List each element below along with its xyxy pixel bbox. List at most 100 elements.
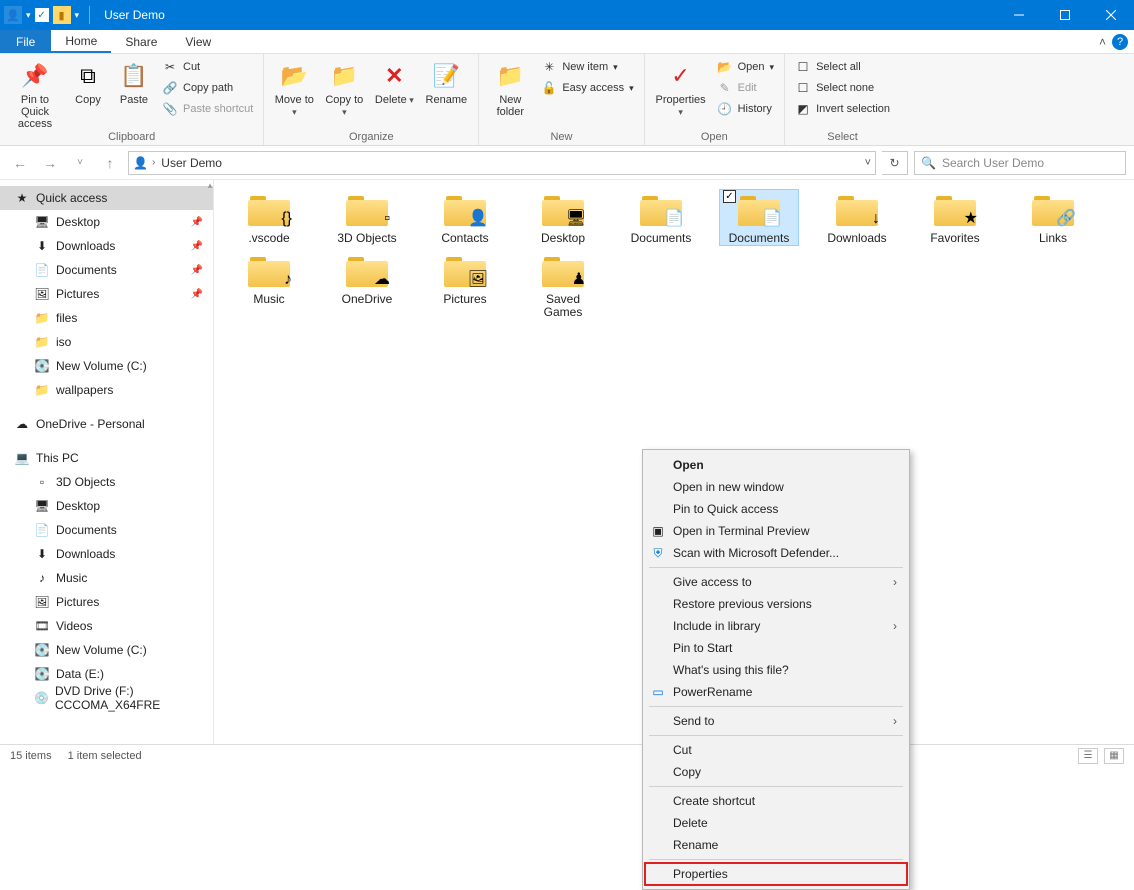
view-tab[interactable]: View (171, 30, 225, 53)
ctx-scan-defender[interactable]: ⛨Scan with Microsoft Defender... (645, 542, 907, 564)
clipboard-group: 📌Pin to Quick access ⧉Copy 📋Paste ✂Cut 🔗… (0, 54, 264, 145)
copy-button[interactable]: ⧉Copy (68, 58, 108, 106)
folder-item-downloads[interactable]: ↓Downloads (818, 190, 896, 245)
address-bar[interactable]: 👤› User Demo ˅ (128, 151, 876, 175)
ctx-send-to[interactable]: Send to› (645, 710, 907, 732)
folder-item-3d-objects[interactable]: ▫3D Objects (328, 190, 406, 245)
folder-item-favorites[interactable]: ★Favorites (916, 190, 994, 245)
qat-dropdown-icon[interactable]: ▾ (26, 10, 31, 21)
help-icon[interactable]: ? (1112, 34, 1128, 50)
refresh-button[interactable]: ↻ (882, 151, 908, 175)
sidebar-item-new-volume-c-[interactable]: 💽New Volume (C:) (0, 638, 213, 662)
collapse-ribbon-icon[interactable]: ˄ (1099, 35, 1106, 49)
ctx-copy[interactable]: Copy (645, 761, 907, 783)
ctx-cut[interactable]: Cut (645, 739, 907, 761)
sidebar-item-desktop[interactable]: 🖥Desktop (0, 494, 213, 518)
sidebar-item-desktop[interactable]: 🖥Desktop📌 (0, 210, 213, 234)
sidebar-item-wallpapers[interactable]: 📁wallpapers (0, 378, 213, 402)
ctx-restore-versions[interactable]: Restore previous versions (645, 593, 907, 615)
invert-selection-button[interactable]: ◩Invert selection (793, 100, 892, 118)
rename-button[interactable]: 📝Rename (422, 58, 470, 106)
ctx-whats-using[interactable]: What's using this file? (645, 659, 907, 681)
sidebar-item-documents[interactable]: 📄Documents (0, 518, 213, 542)
sidebar-item-data-e-[interactable]: 💽Data (E:) (0, 662, 213, 686)
sidebar-item-files[interactable]: 📁files (0, 306, 213, 330)
copy-to-button[interactable]: 📁Copy to (322, 58, 366, 118)
onedrive-node[interactable]: ☁OneDrive - Personal (0, 412, 213, 436)
scroll-up-icon[interactable]: ▴ (208, 180, 213, 191)
open-button[interactable]: 📂Open ▾ (715, 58, 776, 76)
sidebar-item-downloads[interactable]: ⬇Downloads📌 (0, 234, 213, 258)
paste-shortcut-button[interactable]: 📎Paste shortcut (160, 100, 255, 118)
forward-button[interactable]: → (38, 151, 62, 175)
history-button[interactable]: 🕘History (715, 100, 776, 118)
new-folder-button[interactable]: 📁New folder (487, 58, 533, 118)
sidebar-item-iso[interactable]: 📁iso (0, 330, 213, 354)
ctx-properties[interactable]: Properties (645, 863, 907, 885)
address-location[interactable]: User Demo (161, 156, 222, 170)
folder-item-music[interactable]: ♪Music (230, 251, 308, 319)
ctx-pin-start[interactable]: Pin to Start (645, 637, 907, 659)
folder-item-links[interactable]: 🔗Links (1014, 190, 1092, 245)
folder-item-documents[interactable]: 📄Documents (622, 190, 700, 245)
move-to-button[interactable]: 📂Move to (272, 58, 316, 118)
folder-item-saved-games[interactable]: ♟Saved Games (524, 251, 602, 319)
folder-item-pictures[interactable]: 🖼Pictures (426, 251, 504, 319)
folder-item-desktop[interactable]: 🖥Desktop (524, 190, 602, 245)
copy-path-button[interactable]: 🔗Copy path (160, 79, 255, 97)
ctx-pin-quick-access[interactable]: Pin to Quick access (645, 498, 907, 520)
sidebar-item-dvd-drive-f-cccoma-x64fre[interactable]: 💿DVD Drive (F:) CCCOMA_X64FRE (0, 686, 213, 710)
sidebar-item-videos[interactable]: 🎞Videos (0, 614, 213, 638)
folder-item-onedrive[interactable]: ☁OneDrive (328, 251, 406, 319)
share-tab[interactable]: Share (111, 30, 171, 53)
back-button[interactable]: ← (8, 151, 32, 175)
icons-view-button[interactable]: ▦ (1104, 748, 1124, 764)
ctx-open[interactable]: Open (645, 454, 907, 476)
ctx-open-terminal[interactable]: ▣Open in Terminal Preview (645, 520, 907, 542)
sidebar-item-new-volume-c-[interactable]: 💽New Volume (C:) (0, 354, 213, 378)
sidebar-item-downloads[interactable]: ⬇Downloads (0, 542, 213, 566)
properties-qat-icon[interactable]: ✓ (35, 8, 49, 22)
ctx-powerrename[interactable]: ▭PowerRename (645, 681, 907, 703)
up-button[interactable]: ↑ (98, 151, 122, 175)
qat-dropdown2-icon[interactable]: ▾ (75, 10, 80, 21)
delete-button[interactable]: ✕Delete (372, 58, 416, 106)
ctx-create-shortcut[interactable]: Create shortcut (645, 790, 907, 812)
items-view[interactable]: {}.vscode ▫3D Objects 👤Contacts 🖥Desktop 📄Do… (214, 180, 1134, 744)
sidebar-item-pictures[interactable]: 🖼Pictures (0, 590, 213, 614)
minimize-button[interactable] (996, 0, 1042, 30)
ctx-rename[interactable]: Rename (645, 834, 907, 856)
search-input[interactable]: 🔍 Search User Demo (914, 151, 1126, 175)
ctx-include-library[interactable]: Include in library› (645, 615, 907, 637)
file-tab[interactable]: File (0, 30, 51, 53)
cut-button[interactable]: ✂Cut (160, 58, 255, 76)
sidebar-item-3d-objects[interactable]: ▫3D Objects (0, 470, 213, 494)
details-view-button[interactable]: ☰ (1078, 748, 1098, 764)
select-none-button[interactable]: ☐Select none (793, 79, 892, 97)
edit-button[interactable]: ✎Edit (715, 79, 776, 97)
recent-dropdown[interactable]: ˅ (68, 151, 92, 175)
address-dropdown-icon[interactable]: ˅ (865, 157, 871, 169)
folder-item-contacts[interactable]: 👤Contacts (426, 190, 504, 245)
this-pc-node[interactable]: 💻This PC (0, 446, 213, 470)
easy-access-button[interactable]: 🔓Easy access ▾ (539, 79, 635, 97)
quick-access-node[interactable]: ★Quick access (0, 186, 213, 210)
maximize-button[interactable] (1042, 0, 1088, 30)
properties-button[interactable]: ✓Properties (653, 58, 709, 118)
ctx-give-access[interactable]: Give access to› (645, 571, 907, 593)
sidebar-item-music[interactable]: ♪Music (0, 566, 213, 590)
close-button[interactable] (1088, 0, 1134, 30)
paste-button[interactable]: 📋Paste (114, 58, 154, 106)
ctx-open-new-window[interactable]: Open in new window (645, 476, 907, 498)
select-all-button[interactable]: ☐Select all (793, 58, 892, 76)
ctx-delete[interactable]: Delete (645, 812, 907, 834)
pin-quick-access-button[interactable]: 📌Pin to Quick access (8, 58, 62, 130)
folder-item--vscode[interactable]: {}.vscode (230, 190, 308, 245)
address-row: ← → ˅ ↑ 👤› User Demo ˅ ↻ 🔍 Search User D… (0, 146, 1134, 180)
home-tab[interactable]: Home (51, 30, 111, 53)
new-item-button[interactable]: ✳New item ▾ (539, 58, 635, 76)
folder-qat-icon[interactable]: ▮ (53, 6, 71, 24)
sidebar-item-pictures[interactable]: 🖼Pictures📌 (0, 282, 213, 306)
sidebar-item-documents[interactable]: 📄Documents📌 (0, 258, 213, 282)
folder-item-documents[interactable]: ✓📄Documents (720, 190, 798, 245)
